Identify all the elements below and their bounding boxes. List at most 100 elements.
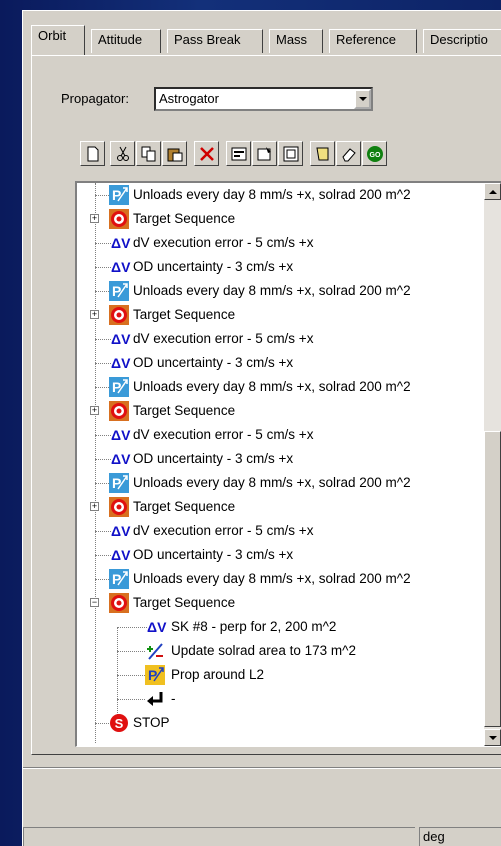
scroll-down-icon[interactable] [484, 729, 501, 746]
tree-connector [117, 675, 145, 676]
svg-text:P: P [112, 187, 121, 203]
tree-connector [95, 243, 111, 244]
scroll-up-icon[interactable] [484, 183, 501, 200]
svg-text:S: S [115, 716, 124, 731]
delta-v-icon: ΔV [111, 331, 131, 347]
tree-row-label: dV execution error - 5 cm/s +x [133, 235, 314, 250]
tree-row-label: Target Sequence [133, 211, 236, 226]
tree-connector [95, 459, 111, 460]
summary-icon[interactable] [310, 141, 335, 166]
scroll-thumb[interactable] [484, 431, 501, 727]
expand-icon[interactable]: + [90, 310, 99, 319]
tree-connector [95, 339, 111, 340]
tree-row-label: OD uncertainty - 3 cm/s +x [133, 259, 294, 274]
tree-row-label: SK #8 - perp for 2, 200 m^2 [171, 619, 337, 634]
new-document-icon[interactable] [80, 141, 105, 166]
svg-text:P: P [148, 667, 157, 683]
tab-mass[interactable]: Mass [269, 29, 323, 53]
maneuver-prop-icon: P [109, 185, 129, 205]
go-icon[interactable]: GO [362, 141, 387, 166]
tree-row-label: OD uncertainty - 3 cm/s +x [133, 547, 294, 562]
tree-scrollbar[interactable] [484, 183, 501, 746]
propagate-icon: P [145, 665, 165, 685]
return-icon [147, 692, 163, 706]
svg-text:P: P [112, 571, 121, 587]
tab-reference[interactable]: Reference [329, 29, 417, 53]
expand-icon[interactable]: + [90, 214, 99, 223]
tree-connector [117, 699, 145, 700]
target-icon [109, 305, 129, 325]
target-icon [109, 593, 129, 613]
delete-icon[interactable] [194, 141, 219, 166]
tree-connector [95, 579, 109, 580]
maneuver-prop-icon: P [109, 473, 129, 493]
target-icon [109, 401, 129, 421]
tab-pass-break[interactable]: Pass Break [167, 29, 263, 53]
tree-row-label: dV execution error - 5 cm/s +x [133, 331, 314, 346]
target-icon [109, 209, 129, 229]
tree-row-label: OD uncertainty - 3 cm/s +x [133, 355, 294, 370]
tree-row-label: Target Sequence [133, 403, 236, 418]
expand-icon[interactable]: + [90, 502, 99, 511]
propagator-label: Propagator: [61, 91, 129, 106]
tree-row-label: Unloads every day 8 mm/s +x, solrad 200 … [133, 283, 411, 298]
target-icon [109, 497, 129, 517]
delta-v-icon: ΔV [111, 427, 131, 443]
tree-row-label: Target Sequence [133, 307, 236, 322]
tree-row-label: OD uncertainty - 3 cm/s +x [133, 451, 294, 466]
copy-icon[interactable] [136, 141, 161, 166]
paste-icon[interactable] [162, 141, 187, 166]
tree-connector [117, 627, 147, 628]
cut-icon[interactable] [110, 141, 135, 166]
tree-connector [95, 291, 109, 292]
tree-connector [95, 363, 111, 364]
chevron-down-icon[interactable] [354, 89, 371, 109]
svg-text:P: P [112, 475, 121, 491]
tree-row-label: Unloads every day 8 mm/s +x, solrad 200 … [133, 187, 411, 202]
tab-attitude[interactable]: Attitude [91, 29, 161, 53]
update-icon [147, 643, 163, 660]
tab-orbit[interactable]: Orbit [31, 25, 85, 55]
propagator-value: Astrogator [159, 91, 219, 106]
stop-icon: S [110, 714, 128, 732]
expand-icon[interactable]: + [90, 406, 99, 415]
properties-icon[interactable] [226, 141, 251, 166]
tree-connector [95, 435, 111, 436]
delta-v-icon: ΔV [147, 619, 167, 635]
component-icon[interactable] [252, 141, 277, 166]
tree-row-label: Update solrad area to 173 m^2 [171, 643, 356, 658]
collapse-icon[interactable]: − [90, 598, 99, 607]
delta-v-icon: ΔV [111, 523, 131, 539]
maneuver-prop-icon: P [109, 569, 129, 589]
divider [23, 767, 501, 769]
propagator-select[interactable]: Astrogator [154, 87, 373, 111]
tree-connector [95, 267, 111, 268]
tree-row-label: dV execution error - 5 cm/s +x [133, 523, 314, 538]
tree-connector [95, 195, 109, 196]
eraser-icon[interactable] [336, 141, 361, 166]
tree-row-label: - [171, 691, 176, 706]
view-icon[interactable] [278, 141, 303, 166]
svg-text:P: P [112, 283, 121, 299]
tree-branch-line [117, 627, 118, 725]
svg-text:GO: GO [369, 152, 380, 159]
tree-connector [95, 531, 111, 532]
tab-strip: Orbit Attitude Pass Break Mass Reference… [31, 23, 501, 55]
delta-v-icon: ΔV [111, 235, 131, 251]
tree-connector [95, 483, 109, 484]
delta-v-icon: ΔV [111, 451, 131, 467]
delta-v-icon: ΔV [111, 355, 131, 371]
main-panel: Orbit Attitude Pass Break Mass Reference… [22, 10, 501, 846]
tree-row-label: STOP [133, 715, 170, 730]
maneuver-prop-icon: P [109, 377, 129, 397]
status-unit: deg [419, 827, 501, 846]
mission-sequence-tree[interactable]: P Unloads every day 8 mm/s +x, solrad 20… [75, 181, 501, 747]
tree-connector [117, 651, 145, 652]
status-cell-main [23, 827, 415, 846]
svg-text:P: P [112, 379, 121, 395]
tree-row-label: dV execution error - 5 cm/s +x [133, 427, 314, 442]
tree-connector [95, 555, 111, 556]
tree-connector [95, 723, 109, 724]
delta-v-icon: ΔV [111, 259, 131, 275]
tab-description[interactable]: Descriptio [423, 29, 501, 53]
